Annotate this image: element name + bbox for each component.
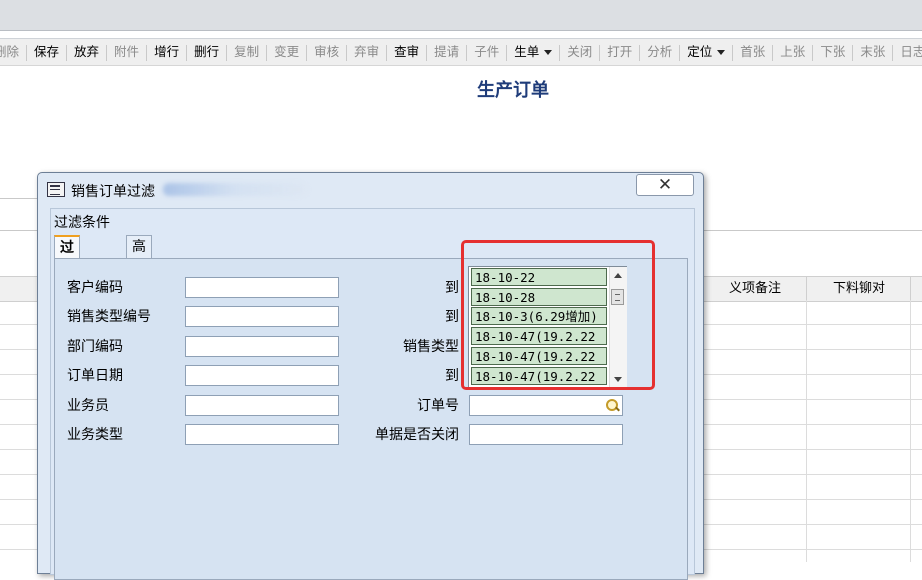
search-icon[interactable] bbox=[604, 397, 621, 414]
grid-row-line bbox=[700, 324, 922, 325]
toolbar-button[interactable]: 分析 bbox=[640, 39, 679, 65]
grid-row-line bbox=[700, 349, 922, 350]
business-type-label: 业务类型 bbox=[67, 427, 123, 443]
sales-type-code-label: 销售类型编号 bbox=[67, 309, 151, 325]
toolbar-button[interactable]: 首张 bbox=[733, 39, 772, 65]
toolbar-button[interactable]: 弃审 bbox=[347, 39, 386, 65]
toolbar-button[interactable]: 放弃 bbox=[67, 39, 106, 65]
order-date-to-label: 到 bbox=[445, 368, 459, 384]
grid-row-line bbox=[700, 474, 922, 475]
grid-row-line bbox=[700, 524, 922, 525]
close-button[interactable]: ✕ bbox=[636, 174, 694, 196]
grid-header-cell[interactable]: 下料铆对 bbox=[806, 277, 911, 301]
toolbar-button[interactable]: 子件 bbox=[467, 39, 506, 65]
grid-row-line bbox=[700, 374, 922, 375]
grid-row-line bbox=[700, 399, 922, 400]
grid-row-line bbox=[700, 449, 922, 450]
toolbar-button[interactable]: 删除 bbox=[0, 39, 26, 65]
sales-type-label: 销售类型 bbox=[403, 339, 459, 355]
order-no-field[interactable] bbox=[469, 395, 623, 416]
grid-row-line bbox=[0, 524, 40, 525]
order-date-label: 订单日期 bbox=[67, 368, 123, 384]
window-top-band bbox=[0, 0, 922, 31]
toolbar-button[interactable]: 生单 bbox=[507, 39, 559, 65]
grid-row-line bbox=[0, 324, 40, 325]
grid-row-line bbox=[700, 499, 922, 500]
toolbar-button[interactable]: 提请 bbox=[427, 39, 466, 65]
order-date-input[interactable] bbox=[185, 365, 339, 386]
grid-row-line bbox=[700, 549, 922, 550]
close-icon: ✕ bbox=[657, 175, 673, 195]
form-divider bbox=[700, 230, 922, 231]
grid-col-line bbox=[910, 300, 911, 562]
grid-row-line bbox=[0, 549, 40, 550]
grid-header-cell[interactable]: 义项备注 bbox=[702, 277, 807, 301]
toolbar-button[interactable]: 日志 bbox=[893, 39, 922, 65]
toolbar-button[interactable]: 变更 bbox=[267, 39, 306, 65]
customer-code-label: 客户编码 bbox=[67, 280, 123, 296]
toolbar-button[interactable]: 下张 bbox=[813, 39, 852, 65]
doc-closed-label: 单据是否关闭 bbox=[375, 427, 459, 443]
dialog-title-bar[interactable]: 销售订单过滤 ✕ bbox=[38, 173, 703, 205]
toolbar-button[interactable]: 复制 bbox=[227, 39, 266, 65]
toolbar-button[interactable]: 关闭 bbox=[560, 39, 599, 65]
grid-header-cell[interactable] bbox=[910, 277, 922, 301]
customer-code-input[interactable] bbox=[185, 277, 339, 298]
salesperson-input[interactable] bbox=[185, 395, 339, 416]
sales-type-code-to-label: 到 bbox=[445, 309, 459, 325]
sales-type-code-input[interactable] bbox=[185, 306, 339, 327]
dept-code-input[interactable] bbox=[185, 336, 339, 357]
dialog-title: 销售订单过滤 bbox=[71, 184, 155, 200]
toolbar-button[interactable]: 末张 bbox=[853, 39, 892, 65]
customer-code-to-label: 到 bbox=[445, 280, 459, 296]
filter-group-label: 过滤条件 bbox=[54, 215, 110, 231]
grid-row-line bbox=[0, 499, 40, 500]
grid-col-line bbox=[806, 300, 807, 562]
toolbar-button[interactable]: 增行 bbox=[147, 39, 186, 65]
grid-row-line bbox=[0, 349, 40, 350]
tab-filter-conditions[interactable]: 过滤条件 bbox=[54, 235, 80, 322]
page-title: 生产订单 bbox=[477, 80, 549, 101]
toolbar-button[interactable]: 保存 bbox=[27, 39, 66, 65]
toolbar-button[interactable]: 删行 bbox=[187, 39, 226, 65]
red-highlight-box bbox=[461, 240, 655, 390]
toolbar-button[interactable]: 查审 bbox=[387, 39, 426, 65]
toolbar-button[interactable]: 定位 bbox=[680, 39, 732, 65]
toolbar-button[interactable]: 上张 bbox=[773, 39, 812, 65]
toolbar-button[interactable]: 打开 bbox=[600, 39, 639, 65]
redacted-title-text bbox=[163, 183, 308, 196]
tab-advanced-conditions[interactable]: 高级条件选择 bbox=[126, 235, 152, 365]
toolbar-button[interactable]: 附件 bbox=[107, 39, 146, 65]
grid-row-line bbox=[0, 449, 40, 450]
form-divider bbox=[0, 230, 40, 231]
toolbar: 删除保存放弃附件增行删行复制变更审核弃审查审提请子件生单关闭打开分析定位首张上张… bbox=[0, 38, 922, 66]
business-type-input[interactable] bbox=[185, 424, 339, 445]
window-icon bbox=[47, 182, 65, 197]
grid-row-line bbox=[0, 424, 40, 425]
doc-closed-input[interactable] bbox=[469, 424, 623, 445]
toolbar-button[interactable]: 审核 bbox=[307, 39, 346, 65]
dept-code-label: 部门编码 bbox=[67, 339, 123, 355]
order-no-label: 订单号 bbox=[417, 398, 459, 414]
salesperson-label: 业务员 bbox=[67, 398, 109, 414]
grid-row-line bbox=[0, 374, 40, 375]
grid-row-line bbox=[700, 424, 922, 425]
form-divider bbox=[0, 198, 40, 199]
grid-row-line bbox=[0, 399, 40, 400]
grid-row-line bbox=[0, 474, 40, 475]
